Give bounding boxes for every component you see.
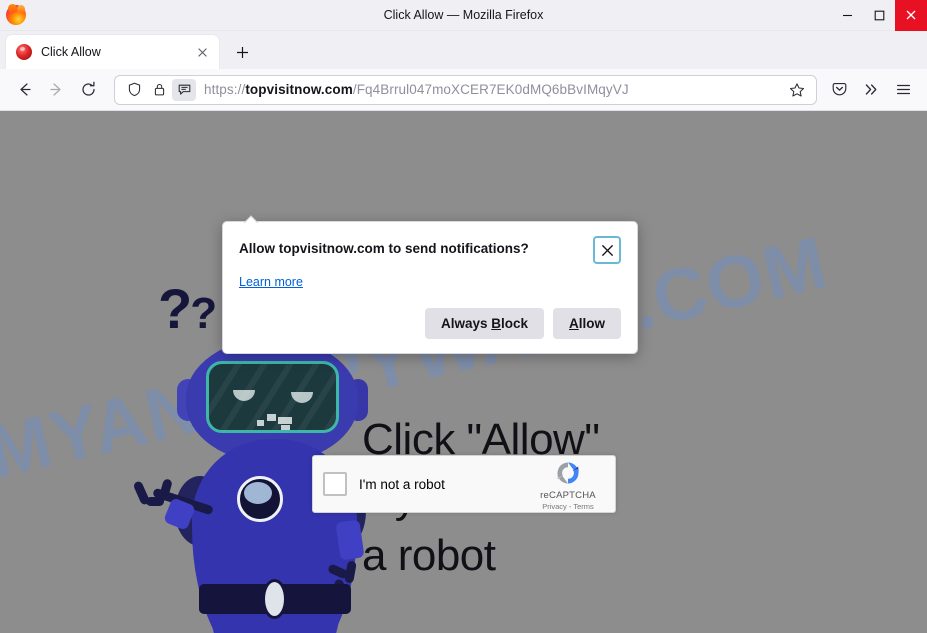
robot-hand-left [132,478,176,519]
new-tab-button[interactable] [227,37,257,67]
url-host: topvisitnow.com [245,82,353,97]
recaptcha-legal-links[interactable]: Privacy - Terms [531,502,605,511]
recaptcha-checkbox-label: I'm not a robot [359,476,445,492]
site-favicon-icon [16,44,32,60]
robot-belt-gem [262,579,287,619]
notification-permission-icon[interactable] [172,78,196,101]
recaptcha-brand-name: reCAPTCHA [540,490,596,501]
allow-button[interactable]: Allow [553,308,621,339]
popup-close-button[interactable] [593,236,621,264]
url-path: /Fq4Brrul047moXCER7EK0dMQ6bBvIMqyVJ [352,82,629,97]
robot-arm-left [130,478,214,531]
url-bar[interactable]: https://topvisitnow.com/Fq4Brrul047moXCE… [114,74,817,105]
headline-line-3: a robot [362,531,496,580]
browser-tab[interactable]: Click Allow [6,35,219,69]
robot-chest-light [237,476,283,522]
window-controls [831,0,927,31]
window-title: Click Allow — Mozilla Firefox [383,8,544,22]
forward-button[interactable] [40,74,72,106]
tab-title: Click Allow [41,45,101,59]
lock-icon[interactable] [147,79,171,101]
title-bar: Click Allow — Mozilla Firefox [0,0,927,31]
url-text[interactable]: https://topvisitnow.com/Fq4Brrul047moXCE… [204,82,784,97]
page-content: MYANTISPYWARE.COM ?? Click "Allow" a rob… [0,111,927,633]
recaptcha-logo-icon [552,457,584,489]
notification-permission-popup: Allow topvisitnow.com to send notificati… [222,221,638,354]
minimize-icon[interactable] [831,0,863,31]
pocket-button[interactable] [823,74,855,106]
tab-strip: Click Allow [0,31,927,69]
maximize-icon[interactable] [863,0,895,31]
question-marks-icon: ?? [158,277,217,340]
popup-header: Allow topvisitnow.com to send notificati… [239,236,621,264]
reload-button[interactable] [72,74,104,106]
navigation-toolbar: https://topvisitnow.com/Fq4Brrul047moXCE… [0,69,927,111]
robot-eye-right [291,392,313,403]
popup-title: Allow topvisitnow.com to send notificati… [239,241,529,256]
back-button[interactable] [8,74,40,106]
close-tab-icon[interactable] [191,41,213,63]
bookmark-star-icon[interactable] [784,77,810,103]
shield-icon[interactable] [122,79,146,101]
robot-face-screen [206,361,339,433]
browser-window: Click Allow — Mozilla Firefox Click Allo… [0,0,927,633]
popup-arrow [243,215,259,223]
hamburger-menu-icon[interactable] [887,74,919,106]
overflow-chevrons-icon[interactable] [855,74,887,106]
url-scheme: https:// [204,82,246,97]
firefox-logo-icon [5,2,27,26]
recaptcha-widget[interactable]: I'm not a robot reCAPTCHA Privacy - Term… [312,455,616,513]
robot-eye-left [233,390,255,401]
learn-more-link[interactable]: Learn more [239,275,303,289]
identity-box [122,78,196,101]
popup-actions: Always Block Allow [239,308,621,339]
close-icon[interactable] [895,0,927,31]
recaptcha-branding: reCAPTCHA Privacy - Terms [531,457,605,511]
always-block-button[interactable]: Always Block [424,308,544,339]
recaptcha-checkbox[interactable] [323,472,347,496]
